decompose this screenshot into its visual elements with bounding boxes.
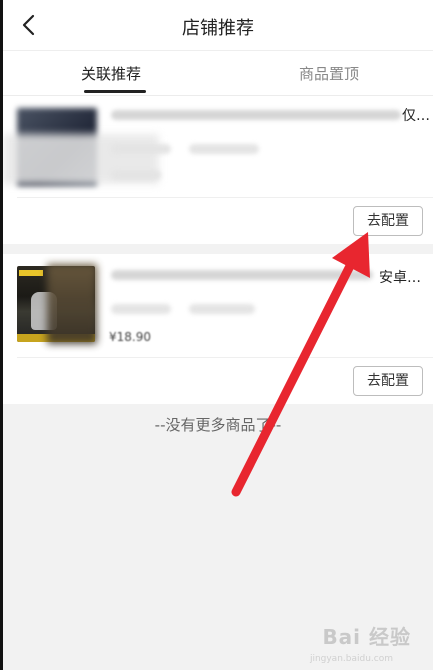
page-title: 店铺推荐 — [182, 18, 254, 39]
product-meta-blurred — [111, 144, 171, 154]
product-title-blurred — [111, 270, 373, 280]
product-price: ¥18.90 — [109, 330, 151, 344]
active-tab-indicator — [84, 90, 146, 93]
card-divider — [17, 197, 433, 198]
product-title-tail: 安卓… — [379, 270, 421, 286]
no-more-products-text: --没有更多商品了-- — [154, 416, 282, 434]
product-price-blurred — [111, 170, 161, 180]
product-meta-blurred — [189, 144, 259, 154]
screen-left-edge — [0, 0, 3, 670]
card-divider — [17, 357, 433, 358]
product-meta-blurred — [189, 304, 255, 314]
product-thumbnail-blur — [47, 264, 97, 344]
product-title-blurred — [111, 110, 401, 120]
header-bar: 店铺推荐 — [3, 0, 433, 51]
tab-related-recommend[interactable]: 关联推荐 — [81, 63, 141, 84]
configure-button[interactable]: 去配置 — [353, 206, 423, 236]
product-title-tail: 仅… — [402, 108, 430, 124]
tab-product-pin[interactable]: 商品置顶 — [299, 63, 359, 84]
watermark-logo: Bai 经验 — [322, 625, 411, 649]
thumbnail-yellow-tag — [19, 270, 43, 276]
product-card: 仅… 去配置 — [3, 96, 433, 244]
product-meta-blurred — [111, 304, 171, 314]
tab-bar: 关联推荐 商品置顶 — [3, 51, 433, 96]
watermark-url: jingyan.baidu.com — [309, 654, 393, 664]
product-card: 安卓… ¥18.90 去配置 — [3, 254, 433, 404]
configure-button[interactable]: 去配置 — [353, 366, 423, 396]
